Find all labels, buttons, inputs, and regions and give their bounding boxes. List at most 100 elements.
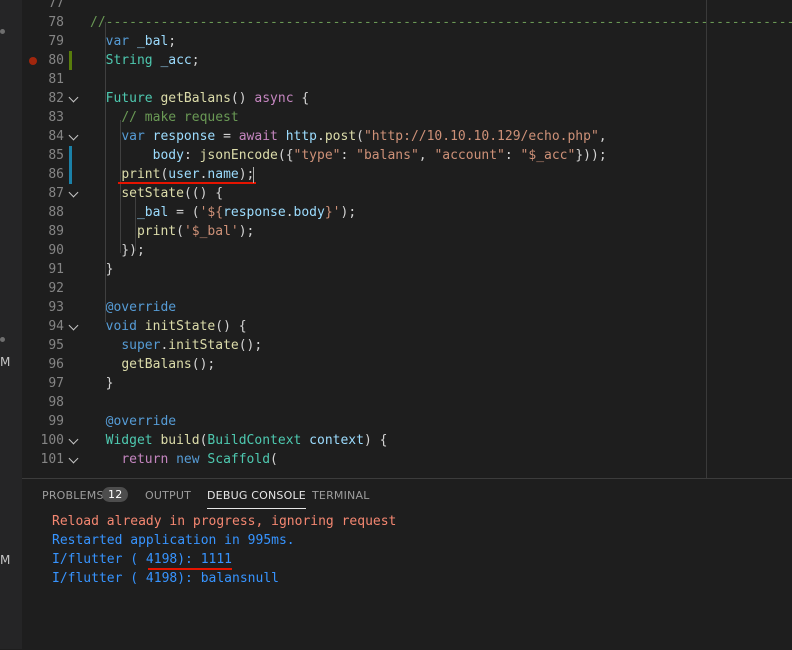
dot-icon	[0, 29, 5, 34]
code-line[interactable]: 81	[22, 70, 792, 89]
code-line[interactable]: 91 }	[22, 260, 792, 279]
tab-debug-console[interactable]: DEBUG CONSOLE	[207, 489, 306, 509]
console-line: Restarted application in 995ms.	[52, 533, 295, 548]
code-text: setState(() {	[121, 186, 224, 201]
code-line[interactable]: 77	[22, 0, 792, 13]
error-underline	[118, 182, 256, 184]
line-number: 98	[48, 395, 64, 410]
modified-marker: M	[0, 355, 11, 369]
code-line[interactable]: 96 getBalans();	[22, 355, 792, 374]
modified-marker: M	[0, 553, 11, 567]
code-text: @override	[105, 414, 177, 429]
code-text: var response = await http.post("http://1…	[121, 129, 607, 144]
code-line[interactable]: 78 //------------------------------------…	[22, 13, 792, 32]
code-text: @override	[105, 300, 177, 315]
line-number: 86	[48, 167, 64, 182]
fold-chevron-icon[interactable]	[68, 434, 79, 445]
line-number: 82	[48, 91, 64, 106]
line-number: 97	[48, 376, 64, 391]
fold-chevron-icon[interactable]	[68, 320, 79, 331]
code-line[interactable]: 94 void initState() {	[22, 317, 792, 336]
line-number: 100	[40, 433, 64, 448]
line-number: 91	[48, 262, 64, 277]
code-line[interactable]: 85 body: jsonEncode({"type": "balans", "…	[22, 146, 792, 165]
code-text: //--------------------------------------…	[90, 15, 792, 30]
code-line[interactable]: 79 var _bal;	[22, 32, 792, 51]
code-text: _bal = ('${response.body}');	[136, 205, 357, 220]
code-text: body: jsonEncode({"type": "balans", "acc…	[152, 148, 607, 163]
code-line[interactable]: 87 setState(() {	[22, 184, 792, 203]
code-line[interactable]: 82 Future getBalans() async {	[22, 89, 792, 108]
code-line[interactable]: 90 });	[22, 241, 792, 260]
change-marker	[69, 146, 72, 165]
line-number: 93	[48, 300, 64, 315]
code-line[interactable]: 99 @override	[22, 412, 792, 431]
code-line[interactable]: 89 print('$_bal');	[22, 222, 792, 241]
code-text: // make request	[121, 110, 239, 125]
code-text: Widget build(BuildContext context) {	[105, 433, 388, 448]
line-number: 92	[48, 281, 64, 296]
fold-chevron-icon[interactable]	[68, 187, 79, 198]
tab-output[interactable]: OUTPUT	[145, 489, 191, 502]
breakpoint-icon[interactable]	[29, 57, 37, 65]
code-text: print('$_bal');	[136, 224, 255, 239]
problems-count-badge: 12	[102, 487, 129, 502]
console-line: I/flutter ( 4198): balansnull	[52, 571, 279, 586]
text-cursor	[253, 167, 254, 183]
code-line[interactable]: 100 Widget build(BuildContext context) {	[22, 431, 792, 450]
code-line[interactable]: 101 return new Scaffold(	[22, 450, 792, 469]
code-text: super.initState();	[121, 338, 263, 353]
code-text: Future getBalans() async {	[105, 91, 310, 106]
line-number: 79	[48, 34, 64, 49]
tab-terminal[interactable]: TERMINAL	[312, 489, 370, 502]
line-number: 77	[48, 0, 64, 11]
tab-label: TERMINAL	[312, 489, 370, 502]
tab-label: DEBUG CONSOLE	[207, 489, 306, 502]
line-number: 84	[48, 129, 64, 144]
indent-guide	[120, 120, 121, 253]
line-number: 81	[48, 72, 64, 87]
code-line[interactable]: 98	[22, 393, 792, 412]
console-line: Reload already in progress, ignoring req…	[52, 514, 397, 529]
line-number: 96	[48, 357, 64, 372]
line-number: 90	[48, 243, 64, 258]
code-text: getBalans();	[121, 357, 216, 372]
tab-problems[interactable]: PROBLEMS 12	[42, 487, 129, 502]
tab-label: OUTPUT	[145, 489, 192, 502]
indent-guide	[105, 22, 106, 322]
line-number: 89	[48, 224, 64, 239]
fold-chevron-icon[interactable]	[68, 453, 79, 464]
line-number: 87	[48, 186, 64, 201]
tab-label: PROBLEMS	[42, 489, 104, 502]
line-number: 101	[40, 452, 64, 467]
change-marker	[69, 165, 72, 184]
code-line[interactable]: 92	[22, 279, 792, 298]
code-line[interactable]: 84 var response = await http.post("http:…	[22, 127, 792, 146]
change-marker	[69, 51, 72, 70]
console-line: I/flutter ( 4198): 1111	[52, 552, 233, 567]
code-line[interactable]: 83 // make request	[22, 108, 792, 127]
line-number: 78	[48, 15, 64, 30]
fold-chevron-icon[interactable]	[68, 92, 79, 103]
code-line[interactable]: 93 @override	[22, 298, 792, 317]
activity-strip: M M	[0, 0, 22, 649]
code-line[interactable]: 88 _bal = ('${response.body}');	[22, 203, 792, 222]
line-number: 94	[48, 319, 64, 334]
dot-icon	[0, 337, 5, 342]
line-number: 95	[48, 338, 64, 353]
code-text: return new Scaffold(	[121, 452, 278, 467]
line-number: 83	[48, 110, 64, 125]
code-text: });	[90, 243, 145, 258]
code-line[interactable]: 95 super.initState();	[22, 336, 792, 355]
code-editor[interactable]: 77 78 //----------------------------------…	[22, 0, 792, 478]
fold-chevron-icon[interactable]	[68, 130, 79, 141]
code-line[interactable]: 97 }	[22, 374, 792, 393]
code-text: String _acc;	[105, 53, 200, 68]
code-text: }	[90, 376, 114, 391]
line-number: 88	[48, 205, 64, 220]
code-line[interactable]: 80 String _acc;	[22, 51, 792, 70]
debug-console-output[interactable]: Reload already in progress, ignoring req…	[52, 512, 396, 588]
line-number: 99	[48, 414, 64, 429]
code-text: var _bal;	[105, 34, 177, 49]
code-text: void initState() {	[105, 319, 247, 334]
